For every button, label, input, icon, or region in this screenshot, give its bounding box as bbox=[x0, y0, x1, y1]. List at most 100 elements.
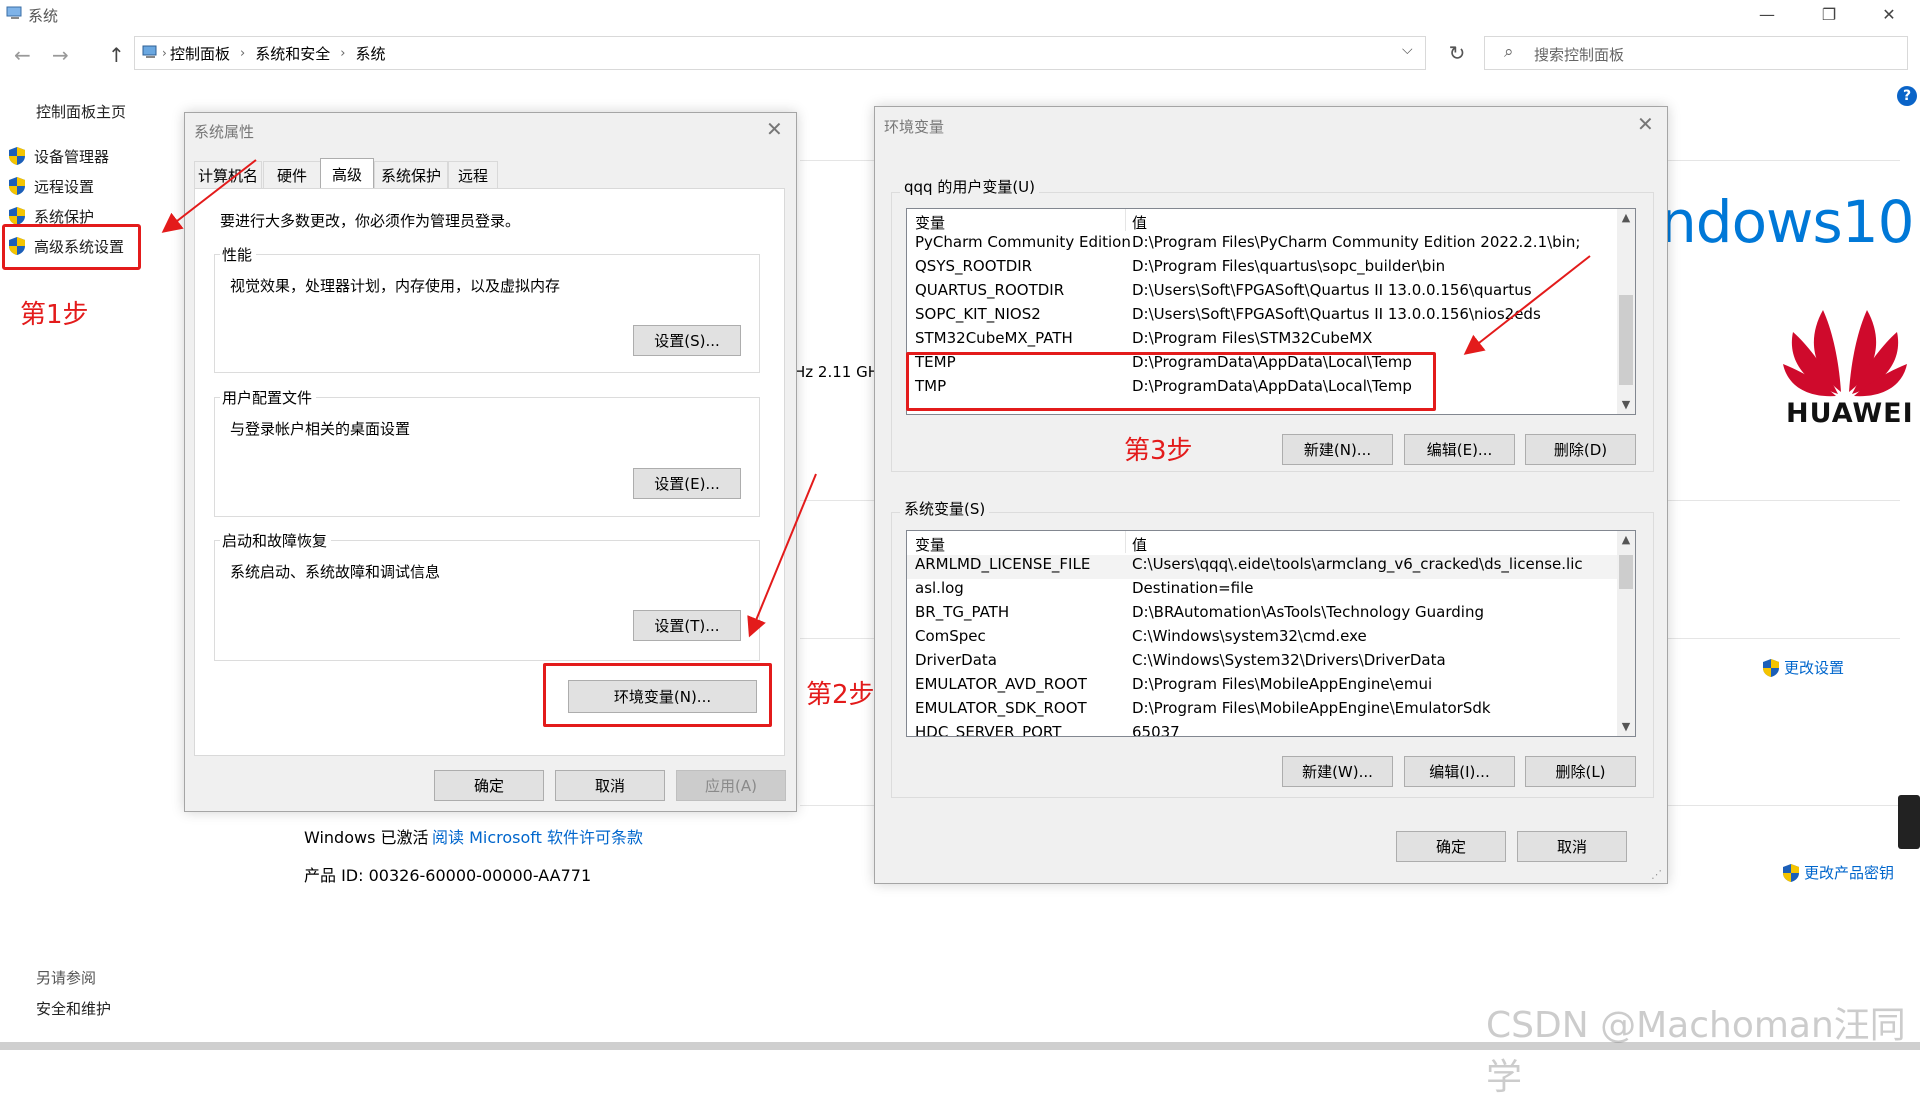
breadcrumb-control-panel[interactable]: 控制面板 bbox=[170, 43, 230, 64]
scroll-down-icon[interactable]: ▼ bbox=[1617, 718, 1635, 736]
close-icon[interactable]: ✕ bbox=[766, 117, 783, 141]
table-row[interactable]: BR_TG_PATH D:\BRAutomation\AsTools\Techno… bbox=[907, 603, 1619, 627]
change-settings-link[interactable]: 更改设置 bbox=[1762, 657, 1844, 678]
vertical-scrollbar[interactable]: ▲ ▼ bbox=[1617, 209, 1635, 414]
var-name: EMULATOR_AVD_ROOT bbox=[915, 675, 1087, 693]
step2-label: 第2步 bbox=[806, 680, 875, 710]
var-name: EMULATOR_SDK_ROOT bbox=[915, 699, 1087, 717]
performance-settings-button[interactable]: 设置(S)... bbox=[633, 325, 741, 356]
title-bar: 系统 — ❐ ✕ bbox=[0, 0, 1920, 30]
system-new-button[interactable]: 新建(W)... bbox=[1282, 756, 1393, 787]
user-delete-button[interactable]: 删除(D) bbox=[1525, 434, 1636, 465]
list-header: 变量 值 bbox=[907, 531, 1619, 555]
chevron-right-icon: › bbox=[340, 46, 346, 61]
column-header-variable[interactable]: 变量 bbox=[915, 212, 945, 233]
huawei-logo-icon bbox=[1783, 310, 1907, 397]
table-row[interactable]: EMULATOR_SDK_ROOT D:\Program Files\Mobile… bbox=[907, 699, 1619, 723]
side-scroll-handle[interactable] bbox=[1898, 795, 1920, 849]
list-header: 变量 值 bbox=[907, 209, 1619, 233]
user-profiles-settings-button[interactable]: 设置(E)... bbox=[633, 468, 741, 499]
table-row[interactable]: PyCharm Community Edition D:\Program File… bbox=[907, 233, 1619, 257]
system-variables-list[interactable]: 变量 值 ARMLMD_LICENSE_FILE C:\Users\qqq\.ei… bbox=[906, 530, 1636, 737]
scroll-thumb[interactable] bbox=[1619, 295, 1633, 385]
step1-highlight-box bbox=[2, 224, 141, 270]
scroll-thumb[interactable] bbox=[1619, 555, 1633, 589]
forward-icon[interactable]: → bbox=[52, 43, 69, 67]
tab-remote[interactable]: 远程 bbox=[448, 161, 498, 188]
ok-button[interactable]: 确定 bbox=[434, 770, 544, 801]
back-icon[interactable]: ← bbox=[14, 43, 31, 67]
system-delete-button[interactable]: 删除(L) bbox=[1525, 756, 1636, 787]
var-value: D:\Program Files\quartus\sopc_builder\bi… bbox=[1132, 257, 1446, 275]
maximize-button[interactable]: ❐ bbox=[1806, 0, 1852, 30]
table-row[interactable]: SOPC_KIT_NIOS2 D:\Users\Soft\FPGASoft\Qua… bbox=[907, 305, 1619, 329]
scroll-up-icon[interactable]: ▲ bbox=[1617, 209, 1635, 227]
apply-button[interactable]: 应用(A) bbox=[676, 770, 786, 801]
computer-icon bbox=[6, 6, 22, 19]
breadcrumb-system-security[interactable]: 系统和安全 bbox=[255, 43, 330, 64]
tab-computer-name[interactable]: 计算机名 bbox=[194, 161, 262, 188]
windows-logo-text: ndows10 bbox=[1660, 188, 1915, 256]
refresh-icon[interactable]: ↻ bbox=[1442, 38, 1472, 68]
table-row[interactable]: asl.log Destination=file bbox=[907, 579, 1619, 603]
var-value: D:\Program Files\MobileAppEngine\Emulato… bbox=[1132, 699, 1491, 717]
group-description: 系统启动、系统故障和调试信息 bbox=[230, 563, 441, 581]
table-row[interactable]: HDC_SERVER_PORT 65037 bbox=[907, 723, 1619, 736]
ok-button[interactable]: 确定 bbox=[1396, 831, 1506, 862]
huawei-brand-text: HUAWEI bbox=[1786, 398, 1914, 429]
sidebar-item-remote-settings[interactable]: 远程设置 bbox=[8, 173, 94, 199]
chevron-right-icon: › bbox=[240, 46, 246, 61]
dialog-title: 环境变量 bbox=[884, 118, 945, 136]
system-edit-button[interactable]: 编辑(I)... bbox=[1404, 756, 1515, 787]
chevron-down-icon[interactable]: ⌵ bbox=[1402, 42, 1413, 58]
table-row[interactable]: QUARTUS_ROOTDIR D:\Users\Soft\FPGASoft\Qu… bbox=[907, 281, 1619, 305]
resize-grip-icon[interactable]: ⋰ bbox=[1651, 868, 1662, 881]
scroll-up-icon[interactable]: ▲ bbox=[1617, 531, 1635, 549]
help-icon[interactable]: ? bbox=[1897, 86, 1917, 106]
user-edit-button[interactable]: 编辑(E)... bbox=[1404, 434, 1515, 465]
startup-recovery-settings-button[interactable]: 设置(T)... bbox=[633, 610, 741, 641]
license-terms-link[interactable]: 阅读 Microsoft 软件许可条款 bbox=[432, 824, 643, 848]
shield-icon bbox=[1783, 863, 1799, 882]
close-icon[interactable]: ✕ bbox=[1637, 112, 1654, 136]
tab-hardware[interactable]: 硬件 bbox=[263, 161, 321, 188]
window-title: 系统 bbox=[28, 7, 59, 25]
table-row[interactable]: STM32CubeMX_PATH D:\Program Files\STM32Cu… bbox=[907, 329, 1619, 353]
table-row[interactable]: ARMLMD_LICENSE_FILE C:\Users\qqq\.eide\to… bbox=[907, 555, 1619, 579]
group-description: 与登录帐户相关的桌面设置 bbox=[230, 420, 411, 438]
control-panel-icon bbox=[142, 45, 157, 58]
control-panel-home-link[interactable]: 控制面板主页 bbox=[36, 101, 126, 122]
watermark: CSDN @Machoman汪同学 bbox=[1486, 1005, 1906, 1098]
table-row[interactable]: EMULATOR_AVD_ROOT D:\Program Files\Mobile… bbox=[907, 675, 1619, 699]
column-header-value[interactable]: 值 bbox=[1132, 534, 1147, 555]
breadcrumb-system[interactable]: 系统 bbox=[355, 43, 385, 64]
user-new-button[interactable]: 新建(N)... bbox=[1282, 434, 1393, 465]
scroll-down-icon[interactable]: ▼ bbox=[1617, 396, 1635, 414]
var-name: QUARTUS_ROOTDIR bbox=[915, 281, 1065, 299]
group-description: 视觉效果，处理器计划，内存使用，以及虚拟内存 bbox=[230, 277, 561, 295]
change-product-key-link[interactable]: 更改产品密钥 bbox=[1782, 862, 1894, 883]
sidebar-item-label: 远程设置 bbox=[34, 177, 95, 196]
sidebar-item-device-manager[interactable]: 设备管理器 bbox=[8, 143, 109, 169]
table-row[interactable]: DriverData C:\Windows\System32\Drivers\Dr… bbox=[907, 651, 1619, 675]
table-row[interactable]: QSYS_ROOTDIR D:\Program Files\quartus\sop… bbox=[907, 257, 1619, 281]
cancel-button[interactable]: 取消 bbox=[1517, 831, 1627, 862]
search-icon: ⌕ bbox=[1504, 42, 1514, 62]
column-header-value[interactable]: 值 bbox=[1132, 212, 1147, 233]
up-icon[interactable]: ↑ bbox=[108, 43, 125, 67]
var-value: D:\Program Files\MobileAppEngine\emui bbox=[1132, 675, 1433, 693]
security-maintenance-link[interactable]: 安全和维护 bbox=[36, 998, 111, 1019]
breadcrumb: 控制面板 › 系统和安全 › 系统 bbox=[170, 43, 385, 64]
minimize-button[interactable]: — bbox=[1744, 0, 1790, 30]
cancel-button[interactable]: 取消 bbox=[555, 770, 665, 801]
column-header-variable[interactable]: 变量 bbox=[915, 534, 945, 555]
vertical-scrollbar[interactable]: ▲ ▼ bbox=[1617, 531, 1635, 736]
tab-system-protection[interactable]: 系统保护 bbox=[374, 161, 448, 188]
tab-advanced[interactable]: 高级 bbox=[320, 158, 374, 189]
var-value: D:\BRAutomation\AsTools\Technology Guard… bbox=[1132, 603, 1484, 621]
close-window-button[interactable]: ✕ bbox=[1866, 0, 1912, 30]
step2-highlight-box bbox=[543, 663, 772, 727]
change-product-key-label: 更改产品密钥 bbox=[1804, 864, 1895, 882]
column-divider bbox=[1125, 209, 1126, 231]
table-row[interactable]: ComSpec C:\Windows\system32\cmd.exe bbox=[907, 627, 1619, 651]
